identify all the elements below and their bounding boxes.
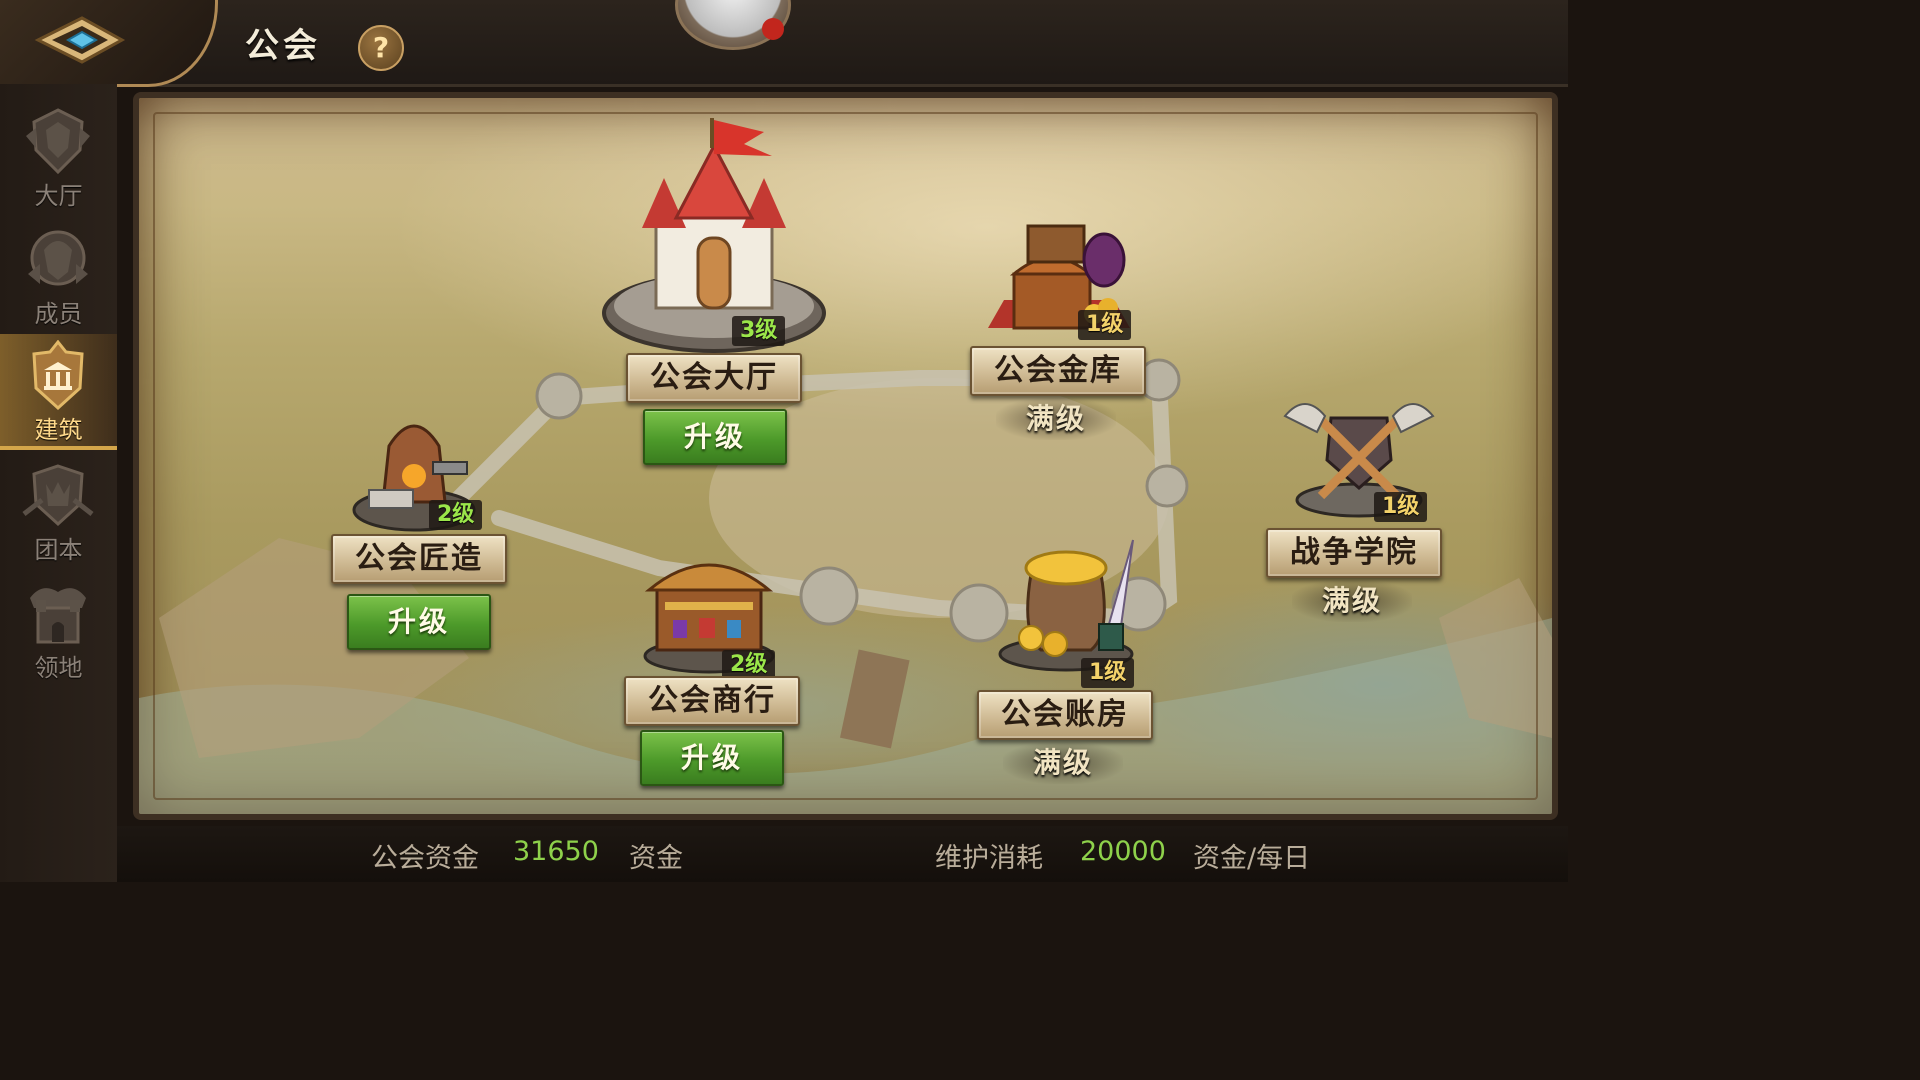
sidebar: 大厅 成员 建筑 团本 领地 (0, 84, 117, 882)
building-guild-market[interactable]: 2级 公会商行 升级 (624, 546, 814, 786)
funds-label: 公会资金 (371, 843, 479, 874)
level-badge: 1级 (1374, 492, 1428, 522)
hall-emblem-icon (26, 108, 90, 175)
building-guild-accounts[interactable]: 1级 公会账房 满级 (971, 534, 1171, 784)
building-name-plate: 战争学院 (1266, 528, 1442, 578)
sidebar-item-label: 团本 (34, 536, 83, 564)
upkeep-value: 20000 (1080, 836, 1166, 867)
building-guild-hall[interactable]: 3级 公会大厅 升级 (594, 118, 834, 468)
raid-emblem-icon (22, 464, 94, 527)
help-button[interactable]: ? (358, 25, 404, 71)
upgrade-button-market[interactable]: 升级 (640, 730, 784, 786)
upkeep-label: 维护消耗 (935, 843, 1043, 874)
guild-hall-castle-icon (602, 118, 826, 353)
building-name-plate: 公会账房 (977, 690, 1153, 740)
sidebar-item-hall[interactable]: 大厅 (0, 100, 117, 212)
funds-unit: 资金 (629, 843, 683, 874)
max-level-label: 满级 (996, 398, 1116, 440)
level-badge: 1级 (1078, 310, 1132, 340)
sidebar-item-label: 大厅 (34, 182, 83, 210)
level-badge: 3级 (732, 316, 786, 346)
building-name-plate: 公会匠造 (331, 534, 507, 584)
sidebar-item-label: 领地 (34, 654, 83, 682)
funds-value: 31650 (513, 836, 599, 867)
sidebar-item-label: 成员 (34, 300, 83, 328)
back-button[interactable] (30, 8, 130, 72)
upkeep-unit: 资金/每日 (1193, 843, 1311, 874)
building-guild-treasury[interactable]: 1级 公会金库 满级 (964, 218, 1154, 448)
upgrade-button-hall[interactable]: 升级 (643, 409, 787, 465)
building-guild-smithy[interactable]: 2级 公会匠造 升级 (329, 406, 529, 650)
sidebar-item-members[interactable]: 成员 (0, 218, 117, 330)
sidebar-item-territory[interactable]: 领地 (0, 572, 117, 684)
back-arrow-icon (34, 16, 126, 64)
coin-sack-icon (998, 539, 1134, 672)
level-badge: 2级 (429, 500, 483, 530)
upgrade-button-smithy[interactable]: 升级 (347, 594, 491, 650)
sidebar-item-raid[interactable]: 团本 (0, 454, 117, 566)
max-level-label: 满级 (1292, 580, 1412, 622)
page-title: 公会 (245, 26, 321, 66)
building-name-plate: 公会商行 (624, 676, 800, 726)
sidebar-item-label: 建筑 (34, 416, 83, 444)
notification-dot (762, 18, 784, 40)
building-name-plate: 公会金库 (970, 346, 1146, 396)
building-emblem-icon (32, 340, 84, 411)
members-emblem-icon (28, 230, 88, 286)
guild-building-map: 3级 公会大厅 升级 1级 公会金库 满级 2级 公会匠造 升级 1级 战争学院… (133, 92, 1558, 820)
max-level-label: 满级 (1003, 742, 1123, 784)
level-badge: 1级 (1081, 658, 1135, 688)
building-war-academy[interactable]: 1级 战争学院 满级 (1264, 388, 1464, 628)
guild-funds-bar: 公会资金 31650 资金 维护消耗 20000 资金/每日 (117, 826, 1568, 882)
territory-emblem-icon (30, 588, 86, 644)
top-bar: 公会 ? (0, 0, 1568, 87)
building-name-plate: 公会大厅 (626, 353, 802, 403)
sidebar-item-buildings[interactable]: 建筑 (0, 334, 117, 450)
